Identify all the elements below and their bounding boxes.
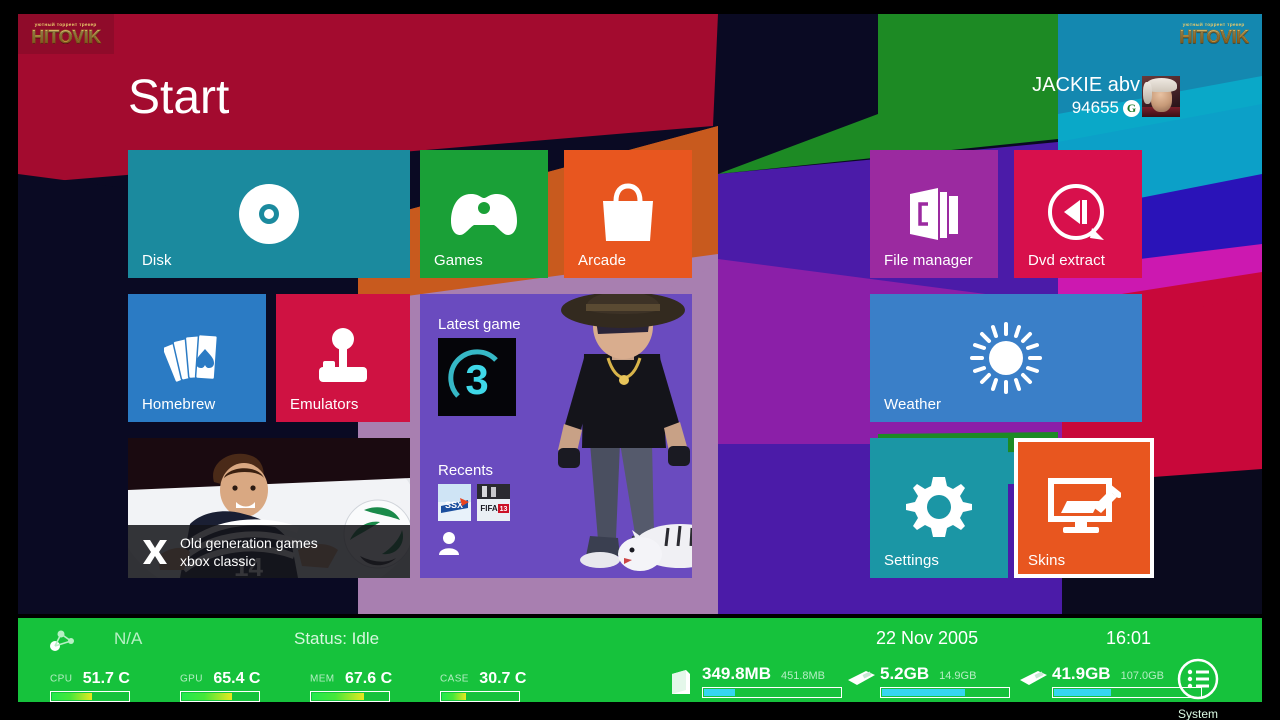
dashboard-desktop: Start JACKIE abv 94655 G Disk Games Arca… — [18, 14, 1262, 614]
status-bar: N/A Status: Idle 22 Nov 2005 16:01 CPU 5… — [18, 618, 1262, 720]
watermark-title: HITOVIK — [31, 26, 101, 47]
storage-mu-total: 451.8MB — [780, 670, 826, 682]
tile-homebrew[interactable]: Homebrew — [128, 294, 266, 422]
old-gen-line2: xbox classic — [180, 552, 256, 569]
temp-mem-name: MEM — [310, 673, 335, 685]
tile-emulators[interactable]: Emulators — [276, 294, 410, 422]
temp-gpu-value: 65.4 C — [213, 670, 261, 687]
tile-skins[interactable]: Skins — [1014, 438, 1154, 578]
recent-game-ssx[interactable]: SSX — [438, 484, 471, 521]
temp-mem: MEM 67.6 C — [310, 670, 393, 703]
watermark-logo-right: уютный торрент трекер HITOVIK — [1166, 14, 1262, 54]
temp-cpu-name: CPU — [50, 673, 73, 685]
watermark-title-right: HITOVIK — [1179, 26, 1249, 47]
memory-unit-icon — [668, 668, 694, 696]
watermark-subtitle-right: уютный торрент трекер — [1183, 21, 1245, 28]
time-text: 16:01 — [1106, 628, 1152, 648]
xbox-dashboard-screen: Start JACKIE abv 94655 G Disk Games Arca… — [0, 0, 1280, 720]
temp-case-value: 30.7 C — [479, 670, 527, 687]
recents-list: SSX FIFA 13 — [438, 484, 510, 521]
gamerscore-g-icon: G — [1123, 99, 1140, 117]
recents-title: Recents — [438, 462, 494, 479]
svg-text:3: 3 — [465, 356, 488, 403]
recent-game-fifa13[interactable]: FIFA 13 — [477, 484, 510, 521]
tile-weather-label: Weather — [884, 396, 942, 413]
watermark-logo-left: уютный торрент трекер HITOVIK — [18, 14, 114, 54]
temp-gpu: GPU 65.4 C — [180, 670, 261, 703]
temp-mem-value: 67.6 C — [344, 670, 393, 687]
system-button[interactable]: System — [1162, 658, 1234, 720]
page-title: Start — [128, 71, 230, 124]
storage-hdd-total: 107.0GB — [1120, 670, 1165, 682]
tile-disk-label: Disk — [142, 252, 172, 269]
hdd-icon — [1018, 668, 1047, 696]
avatar-character — [528, 294, 692, 578]
old-gen-line1: Old generation games — [180, 534, 318, 551]
svg-text:SSX: SSX — [445, 500, 463, 510]
network-value: N/A — [114, 629, 143, 648]
svg-text:13: 13 — [500, 506, 508, 513]
tile-file-manager[interactable]: File manager — [870, 150, 998, 278]
temp-cpu-value: 51.7 C — [82, 670, 130, 687]
storage-usb-total: 14.9GB — [939, 670, 977, 682]
tile-file-manager-label: File manager — [884, 252, 973, 269]
gamertag: JACKIE abv — [1032, 74, 1140, 96]
temp-cpu: CPU 51.7 C — [50, 670, 130, 703]
old-gen-caption-bar: Old generation games xbox classic — [128, 525, 410, 578]
avatar[interactable] — [1142, 76, 1180, 117]
tile-settings-label: Settings — [884, 552, 939, 569]
storage-mu-used: 349.8MB — [702, 664, 771, 683]
tile-skins-label: Skins — [1028, 552, 1066, 569]
temp-case: CASE 30.7 C — [440, 670, 527, 703]
latest-game-cover[interactable]: 3 — [438, 338, 516, 416]
tile-old-generation-games[interactable]: 14 Old generation games xbox cl — [128, 438, 410, 578]
tile-dvd-extract-label: Dvd extract — [1028, 252, 1105, 269]
temp-case-name: CASE — [440, 673, 469, 685]
storage-memory-unit: 349.8MB 451.8MB — [668, 664, 842, 698]
tile-disk[interactable]: Disk — [128, 150, 410, 278]
tile-games[interactable]: Games — [420, 150, 548, 278]
tile-latest-game[interactable]: Latest game 3 Recents SSX FIFA 13 — [420, 294, 692, 578]
system-button-label: System — [1177, 707, 1218, 720]
person-icon[interactable] — [438, 531, 460, 555]
storage-usb: 5.2GB 14.9GB — [846, 664, 1010, 698]
date-text: 22 Nov 2005 — [876, 628, 979, 648]
storage-hdd-used: 41.9GB — [1052, 664, 1111, 683]
tile-emulators-label: Emulators — [290, 396, 359, 413]
usb-icon — [846, 668, 875, 696]
tile-settings[interactable]: Settings — [870, 438, 1008, 578]
tile-arcade[interactable]: Arcade — [564, 150, 692, 278]
watermark-subtitle: уютный торрент трекер — [35, 21, 97, 28]
gamerscore: 94655 — [1071, 98, 1119, 117]
user-profile[interactable]: JACKIE abv 94655 G — [1032, 74, 1140, 118]
tile-dvd-extract[interactable]: Dvd extract — [1014, 150, 1142, 278]
storage-usb-used: 5.2GB — [880, 664, 930, 683]
temp-gpu-name: GPU — [180, 673, 203, 685]
tile-homebrew-label: Homebrew — [142, 396, 216, 413]
network-icon — [50, 630, 74, 652]
tile-weather[interactable]: Weather — [870, 294, 1142, 422]
tile-games-label: Games — [434, 252, 483, 269]
svg-text:FIFA: FIFA — [480, 504, 498, 513]
system-list-icon — [1177, 658, 1219, 700]
latest-game-title: Latest game — [438, 316, 521, 333]
tile-arcade-label: Arcade — [578, 252, 627, 269]
status-text: Status: Idle — [294, 629, 380, 648]
xbox-x-icon — [143, 539, 167, 564]
